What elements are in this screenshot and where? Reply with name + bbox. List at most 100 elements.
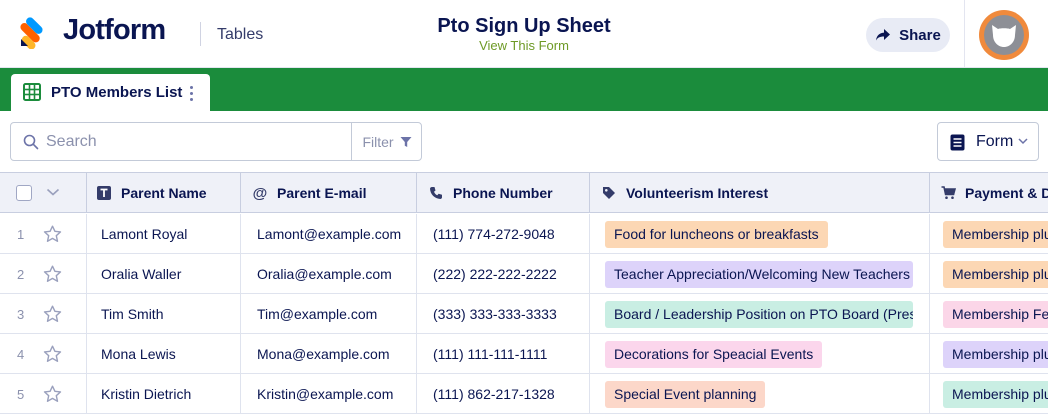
row-number-cell: 5	[0, 374, 87, 414]
interest-tag: Food for luncheons or breakfasts	[605, 220, 828, 248]
column-header-label: Parent E-mail	[277, 185, 367, 201]
table-row[interactable]: 5 Kristin Dietrich Kristin@example.com (…	[0, 374, 1048, 414]
row-number: 3	[17, 306, 25, 322]
chevron-down-icon[interactable]	[46, 187, 60, 197]
phone-number-cell[interactable]: (333) 333-333-3333	[417, 294, 590, 334]
table-row[interactable]: 1 Lamont Royal Lamont@example.com (111) …	[0, 214, 1048, 254]
parent-email-cell[interactable]: Kristin@example.com	[241, 374, 417, 414]
phone-number-cell[interactable]: (111) 862-217-1328	[417, 374, 590, 414]
volunteerism-interest-cell[interactable]: Teacher Appreciation/Welcoming New Teach…	[590, 254, 930, 294]
column-header-phone-number[interactable]: Phone Number	[417, 173, 590, 213]
tab-label: PTO Members List	[51, 84, 183, 101]
chevron-down-icon	[1018, 138, 1028, 145]
star-icon[interactable]	[43, 305, 62, 323]
form-dropdown-label: Form	[976, 133, 1014, 150]
parent-email: Mona@example.com	[257, 346, 390, 362]
payment-cell[interactable]: Membership Fee	[930, 294, 1048, 334]
star-icon[interactable]	[43, 385, 62, 403]
tab-pto-members-list[interactable]: PTO Members List	[11, 74, 210, 111]
interest-tag: Teacher Appreciation/Welcoming New Teach…	[605, 260, 913, 288]
phone-number: (333) 333-333-3333	[433, 306, 557, 322]
column-header-label: Payment & Do	[965, 185, 1048, 201]
text-type-icon	[96, 185, 112, 201]
phone-number: (111) 774-272-9048	[433, 226, 555, 242]
phone-number: (111) 111-111-1111	[433, 346, 548, 362]
form-document-icon	[950, 134, 965, 151]
parent-email-cell[interactable]: Oralia@example.com	[241, 254, 417, 294]
interest-tag: Board / Leadership Position on PTO Board…	[605, 300, 913, 328]
parent-name: Tim Smith	[101, 306, 164, 322]
phone-number: (111) 862-217-1328	[433, 386, 555, 402]
tag-icon	[601, 185, 617, 201]
star-icon[interactable]	[43, 265, 62, 283]
payment-cell[interactable]: Membership plu	[930, 374, 1048, 414]
column-header-volunteerism-interest[interactable]: Volunteerism Interest	[590, 173, 930, 213]
column-header-label: Phone Number	[453, 185, 553, 201]
parent-name-cell[interactable]: Tim Smith	[87, 294, 241, 334]
column-header-parent-email[interactable]: @ Parent E-mail	[241, 173, 417, 213]
parent-name-cell[interactable]: Mona Lewis	[87, 334, 241, 374]
filter-label: Filter	[362, 133, 394, 150]
phone-number-cell[interactable]: (111) 111-111-1111	[417, 334, 590, 374]
form-dropdown-button[interactable]: Form	[937, 122, 1039, 161]
star-icon[interactable]	[43, 345, 62, 363]
row-number-cell: 3	[0, 294, 87, 334]
parent-email: Kristin@example.com	[257, 386, 394, 402]
column-header-label: Volunteerism Interest	[626, 185, 769, 201]
share-label: Share	[899, 26, 941, 44]
avatar-inner	[984, 15, 1024, 55]
star-icon[interactable]	[43, 225, 62, 243]
row-number: 5	[17, 386, 25, 402]
interest-tag: Special Event planning	[605, 380, 766, 408]
select-all-header	[0, 173, 87, 213]
parent-name-cell[interactable]: Oralia Waller	[87, 254, 241, 294]
column-header-payment[interactable]: Payment & Do	[930, 173, 1048, 213]
parent-email-cell[interactable]: Lamont@example.com	[241, 214, 417, 254]
row-number-cell: 1	[0, 214, 87, 254]
payment-tag: Membership plu	[943, 220, 1048, 248]
payment-tag: Membership plu	[943, 260, 1048, 288]
payment-tag: Membership plu	[943, 380, 1048, 408]
table-header: Parent Name @ Parent E-mail Phone Number…	[0, 173, 1048, 213]
tab-strip: PTO Members List	[0, 68, 1048, 111]
parent-email: Tim@example.com	[257, 306, 378, 322]
volunteerism-interest-cell[interactable]: Food for luncheons or breakfasts	[590, 214, 930, 254]
phone-number: (222) 222-222-2222	[433, 266, 557, 282]
share-arrow-icon	[876, 29, 891, 41]
user-avatar-icon	[992, 25, 1016, 47]
column-header-parent-name[interactable]: Parent Name	[87, 173, 241, 213]
column-header-label: Parent Name	[121, 185, 207, 201]
parent-name: Oralia Waller	[101, 266, 182, 282]
parent-name-cell[interactable]: Lamont Royal	[87, 214, 241, 254]
payment-cell[interactable]: Membership plu	[930, 334, 1048, 374]
payment-cell[interactable]: Membership plu	[930, 214, 1048, 254]
parent-email-cell[interactable]: Tim@example.com	[241, 294, 417, 334]
phone-number-cell[interactable]: (222) 222-222-2222	[417, 254, 590, 294]
phone-icon	[428, 185, 444, 201]
data-table: Parent Name @ Parent E-mail Phone Number…	[0, 172, 1048, 414]
row-number: 1	[17, 226, 25, 242]
volunteerism-interest-cell[interactable]: Special Event planning	[590, 374, 930, 414]
tab-menu-icon[interactable]	[185, 83, 197, 103]
table-row[interactable]: 2 Oralia Waller Oralia@example.com (222)…	[0, 254, 1048, 294]
volunteerism-interest-cell[interactable]: Decorations for Speacial Events	[590, 334, 930, 374]
parent-name: Mona Lewis	[101, 346, 176, 362]
search-input[interactable]	[46, 131, 346, 153]
volunteerism-interest-cell[interactable]: Board / Leadership Position on PTO Board…	[590, 294, 930, 334]
table-row[interactable]: 3 Tim Smith Tim@example.com (333) 333-33…	[0, 294, 1048, 334]
phone-number-cell[interactable]: (111) 774-272-9048	[417, 214, 590, 254]
parent-name-cell[interactable]: Kristin Dietrich	[87, 374, 241, 414]
search-box: Filter	[10, 122, 422, 161]
avatar[interactable]	[979, 10, 1029, 60]
row-number: 4	[17, 346, 25, 362]
select-all-checkbox[interactable]	[16, 185, 32, 201]
parent-email: Lamont@example.com	[257, 226, 402, 242]
filter-button[interactable]: Filter	[351, 123, 422, 160]
payment-cell[interactable]: Membership plu	[930, 254, 1048, 294]
row-number-cell: 2	[0, 254, 87, 294]
parent-email-cell[interactable]: Mona@example.com	[241, 334, 417, 374]
table-row[interactable]: 4 Mona Lewis Mona@example.com (111) 111-…	[0, 334, 1048, 374]
share-button[interactable]: Share	[866, 18, 950, 52]
cart-icon	[940, 185, 956, 201]
filter-funnel-icon	[400, 136, 412, 147]
